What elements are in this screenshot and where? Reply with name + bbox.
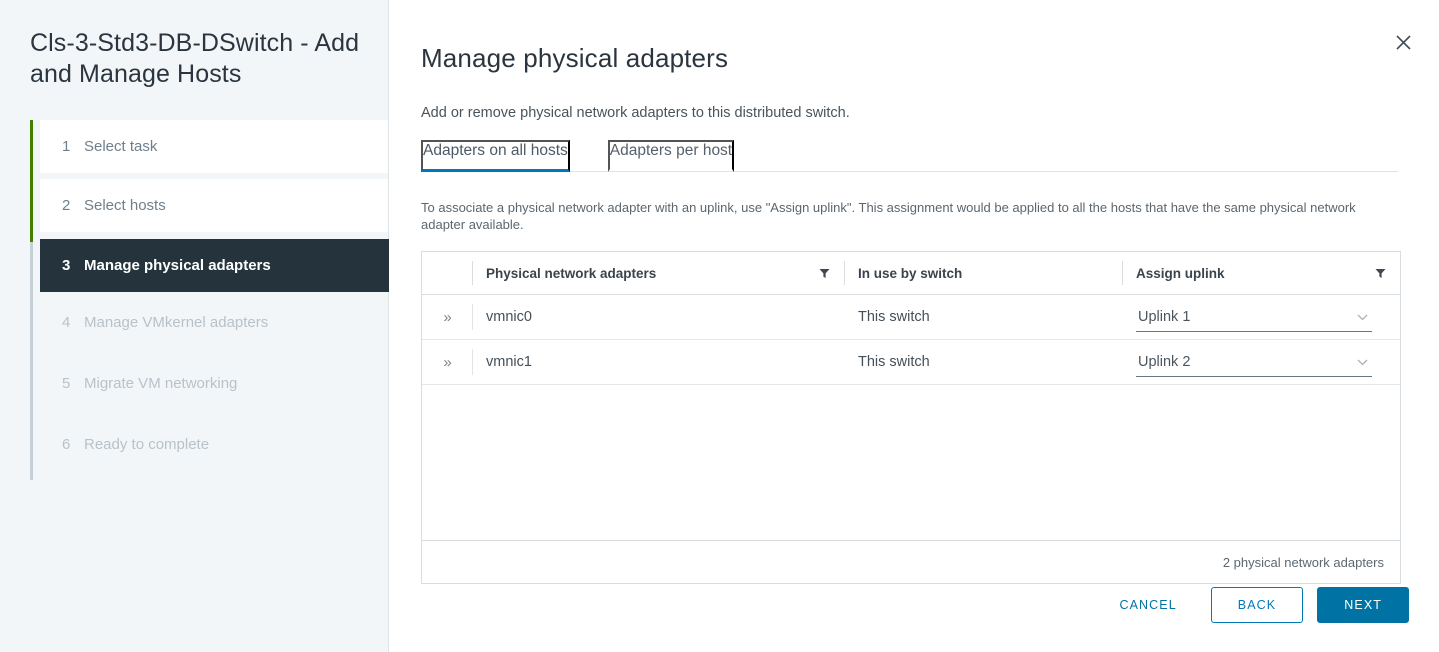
close-icon[interactable]: [1389, 28, 1417, 56]
physical-adapters-table: Physical network adapters In use by swit…: [421, 250, 1401, 585]
step-number: 2: [62, 197, 71, 214]
step-number: 5: [62, 375, 71, 392]
sidebar-step-manage-vmkernel-adapters[interactable]: 4 Manage VMkernel adapters: [40, 292, 388, 353]
sidebar-step-manage-physical-adapters[interactable]: 3 Manage physical adapters: [40, 239, 389, 292]
back-button[interactable]: BACK: [1210, 587, 1304, 623]
column-header-label: Physical network adapters: [486, 265, 657, 281]
adapter-count-label: 2 physical network adapters: [1222, 554, 1384, 570]
cell-in-use-by-switch: This switch: [844, 294, 1122, 341]
expand-chevrons-icon[interactable]: »: [443, 309, 451, 326]
step-label: Ready to complete: [84, 436, 210, 453]
step-number: 1: [62, 138, 71, 155]
row-expand-cell[interactable]: »: [422, 339, 472, 386]
tab-adapters-on-all-hosts[interactable]: Adapters on all hosts: [421, 139, 570, 172]
sidebar-step-migrate-vm-networking[interactable]: 5 Migrate VM networking: [40, 353, 388, 414]
sidebar-step-ready-to-complete[interactable]: 6 Ready to complete: [40, 414, 388, 475]
step-label: Select hosts: [84, 197, 166, 214]
uplink-dropdown[interactable]: Uplink 2: [1136, 348, 1372, 377]
table-footer: 2 physical network adapters: [422, 540, 1400, 584]
column-header-physical-network-adapters[interactable]: Physical network adapters: [472, 251, 844, 296]
add-and-manage-hosts-wizard: Cls-3-Std3-DB-DSwitch - Add and Manage H…: [0, 0, 1439, 652]
tab-adapters-per-host[interactable]: Adapters per host: [607, 139, 735, 172]
column-header-label: In use by switch: [858, 265, 963, 281]
uplink-dropdown[interactable]: Uplink 1: [1136, 303, 1372, 332]
cancel-button[interactable]: CANCEL: [1101, 587, 1194, 623]
step-number: 3: [62, 257, 71, 274]
uplink-selected-value: Uplink 2: [1138, 353, 1191, 370]
column-header-label: Assign uplink: [1136, 265, 1225, 281]
column-header-assign-uplink[interactable]: Assign uplink: [1122, 251, 1400, 296]
row-expand-cell[interactable]: »: [422, 294, 472, 341]
step-number: 4: [62, 314, 71, 331]
assign-uplink-hint: To associate a physical network adapter …: [421, 199, 1356, 232]
table-empty-area: [422, 385, 1400, 541]
table-row[interactable]: » vmnic1 This switch Uplink 2: [422, 339, 1400, 386]
sidebar-step-select-hosts[interactable]: 2 Select hosts: [40, 179, 388, 232]
filter-icon[interactable]: [1375, 268, 1386, 279]
cell-in-use-by-switch: This switch: [844, 339, 1122, 386]
cell-adapter-name: vmnic1: [472, 339, 844, 386]
cell-assign-uplink: Uplink 1: [1122, 294, 1400, 341]
step-label: Select task: [84, 138, 158, 155]
uplink-selected-value: Uplink 1: [1138, 308, 1191, 325]
table-row[interactable]: » vmnic0 This switch Uplink 1: [422, 294, 1400, 341]
column-header-expand: [422, 251, 472, 296]
cell-assign-uplink: Uplink 2: [1122, 339, 1400, 386]
cell-adapter-name: vmnic0: [472, 294, 844, 341]
step-label: Manage VMkernel adapters: [84, 314, 269, 331]
table-header-row: Physical network adapters In use by swit…: [422, 251, 1400, 296]
expand-chevrons-icon[interactable]: »: [443, 354, 451, 371]
next-button[interactable]: NEXT: [1317, 587, 1409, 623]
page-title: Manage physical adapters: [421, 43, 729, 74]
chevron-down-icon: [1357, 311, 1368, 323]
page-subtitle: Add or remove physical network adapters …: [421, 104, 850, 121]
sidebar-step-select-task[interactable]: 1 Select task: [40, 120, 388, 173]
step-label: Manage physical adapters: [84, 257, 271, 274]
wizard-title: Cls-3-Std3-DB-DSwitch - Add and Manage H…: [30, 29, 360, 88]
wizard-steps: 1 Select task 2 Select hosts 3 Manage ph…: [0, 120, 389, 480]
tab-bar: Adapters on all hosts Adapters per host: [421, 139, 1398, 172]
step-progress-fill: [30, 120, 33, 242]
wizard-action-bar: CANCEL BACK NEXT: [1101, 587, 1409, 623]
chevron-down-icon: [1357, 356, 1368, 368]
column-header-in-use-by-switch[interactable]: In use by switch: [844, 251, 1122, 296]
wizard-sidebar: Cls-3-Std3-DB-DSwitch - Add and Manage H…: [0, 0, 389, 652]
filter-icon[interactable]: [819, 268, 830, 279]
step-label: Migrate VM networking: [84, 375, 238, 392]
step-number: 6: [62, 436, 71, 453]
wizard-main-panel: Manage physical adapters Add or remove p…: [389, 0, 1439, 652]
